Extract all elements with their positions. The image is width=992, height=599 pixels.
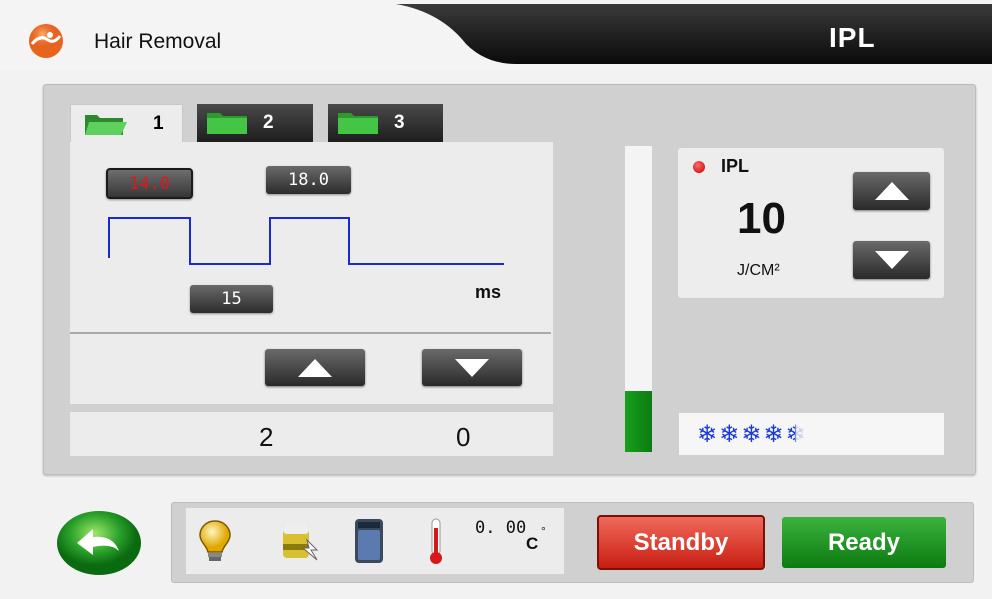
pulse-waveform — [108, 217, 504, 265]
temperature-unit: C — [526, 534, 539, 553]
folder-icon — [338, 113, 378, 134]
snowflake-icon: ❄ — [719, 420, 740, 448]
arrow-up-icon — [874, 182, 909, 200]
arrow-down-icon — [455, 358, 489, 377]
counter-right: 0 — [456, 422, 471, 452]
snowflake-icon: ❄ — [697, 420, 718, 448]
cooling-level-indicator[interactable]: ❄ ❄ ❄ ❄ ❄ — [679, 413, 944, 455]
folder-icon — [207, 113, 247, 134]
energy-value: 10 — [737, 194, 786, 243]
thermometer-icon — [430, 518, 442, 564]
ready-button[interactable]: Ready — [782, 517, 946, 568]
pulse-decrease-button[interactable] — [422, 349, 522, 386]
energy-decrease-button[interactable] — [853, 241, 930, 279]
tab-2[interactable]: 2 — [197, 104, 313, 142]
tab-2-label: 2 — [263, 112, 274, 133]
water-tank-icon — [355, 519, 383, 563]
folder-open-icon — [85, 114, 127, 135]
pulse-increase-button[interactable] — [265, 349, 365, 386]
mode-title: IPL — [829, 22, 876, 53]
counter-left: 2 — [259, 422, 274, 452]
tab-1[interactable]: 1 — [70, 104, 183, 142]
unit-label: ms — [475, 282, 502, 302]
energy-unit: J/CM² — [737, 262, 780, 279]
tab-3[interactable]: 3 — [328, 104, 443, 142]
standby-button[interactable]: Standby — [597, 515, 765, 570]
energy-mode-label: IPL — [721, 156, 750, 176]
mode-banner — [396, 4, 992, 64]
pulse2-value-button[interactable]: 18.0 — [266, 166, 351, 194]
tab-3-label: 3 — [394, 112, 405, 133]
energy-gauge-fill — [625, 391, 652, 452]
battery-icon — [283, 524, 319, 561]
temperature-value: 0. 00 — [475, 518, 527, 538]
counter-bar — [70, 412, 553, 456]
status-dot-icon — [693, 161, 705, 173]
app-title: Hair Removal — [94, 30, 222, 53]
divider — [70, 332, 551, 334]
energy-increase-button[interactable] — [853, 172, 930, 210]
arrow-up-icon — [298, 358, 332, 377]
lamp-icon — [199, 520, 231, 561]
arrow-down-icon — [874, 251, 909, 269]
runner-logo-icon — [29, 24, 63, 58]
snowflake-icon: ❄ — [785, 420, 806, 448]
snowflake-icon: ❄ — [763, 420, 784, 448]
back-button[interactable] — [55, 509, 143, 577]
pulse1-value-button[interactable]: 14.0 — [106, 168, 193, 199]
delay-value-button[interactable]: 15 — [190, 285, 273, 313]
tab-1-label: 1 — [153, 112, 164, 134]
snowflake-icon: ❄ — [741, 420, 762, 448]
degree-symbol: ° — [541, 524, 546, 538]
